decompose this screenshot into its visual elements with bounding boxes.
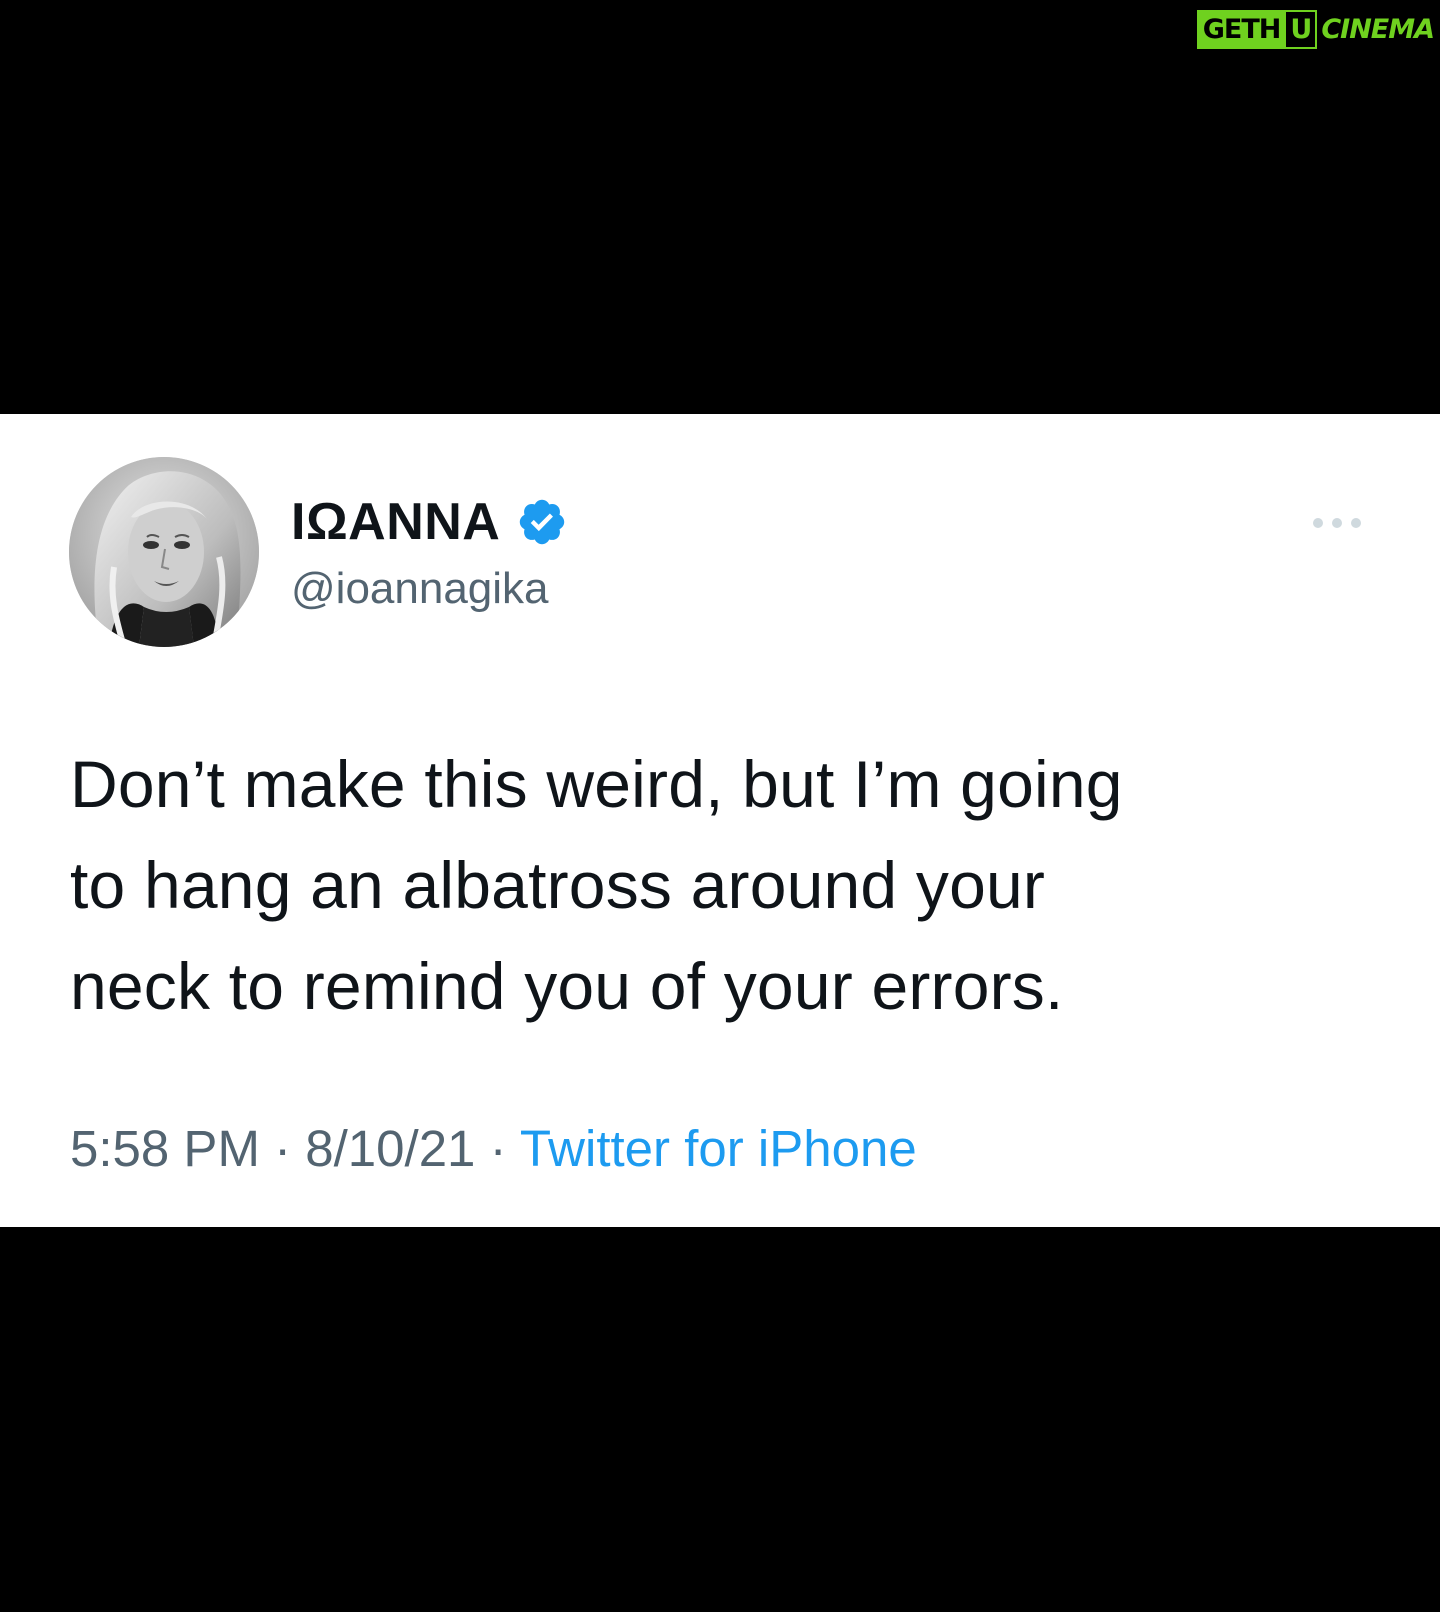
verified-badge-icon — [516, 496, 568, 548]
tweet-time[interactable]: 5:58 PM — [70, 1120, 260, 1177]
avatar-portrait-image — [69, 457, 259, 647]
meta-separator: · — [274, 1120, 292, 1177]
author-name[interactable]: ΙΩΑΝΝΑ — [291, 492, 500, 552]
avatar[interactable] — [69, 457, 259, 647]
tweet-source-link[interactable]: Twitter for iPhone — [520, 1120, 917, 1177]
tweet-text-line: to hang an albatross around your — [70, 848, 1046, 922]
watermark-part-3: CINEMA — [1321, 13, 1435, 45]
author-row: ΙΩΑΝΝΑ — [291, 492, 568, 552]
tweet-text: Don’t make this weird, but I’m going to … — [70, 734, 1400, 1037]
tweet-text-line: Don’t make this weird, but I’m going — [70, 747, 1123, 821]
meta-separator: · — [489, 1120, 507, 1177]
tweet-date[interactable]: 8/10/21 — [305, 1120, 475, 1177]
watermark-part-2: U — [1284, 9, 1318, 49]
watermark-logo: GETH U CINEMA — [1196, 9, 1435, 49]
tweet-meta: 5:58 PM · 8/10/21 · Twitter for iPhone — [70, 1119, 917, 1178]
more-options-icon[interactable] — [1310, 512, 1364, 534]
watermark-part-1: GETH — [1196, 9, 1287, 49]
author-handle[interactable]: @ioannagika — [291, 564, 549, 614]
tweet-card: ΙΩΑΝΝΑ @ioannagika Don’t make this weird… — [0, 414, 1440, 1227]
tweet-text-line: neck to remind you of your errors. — [70, 949, 1064, 1023]
